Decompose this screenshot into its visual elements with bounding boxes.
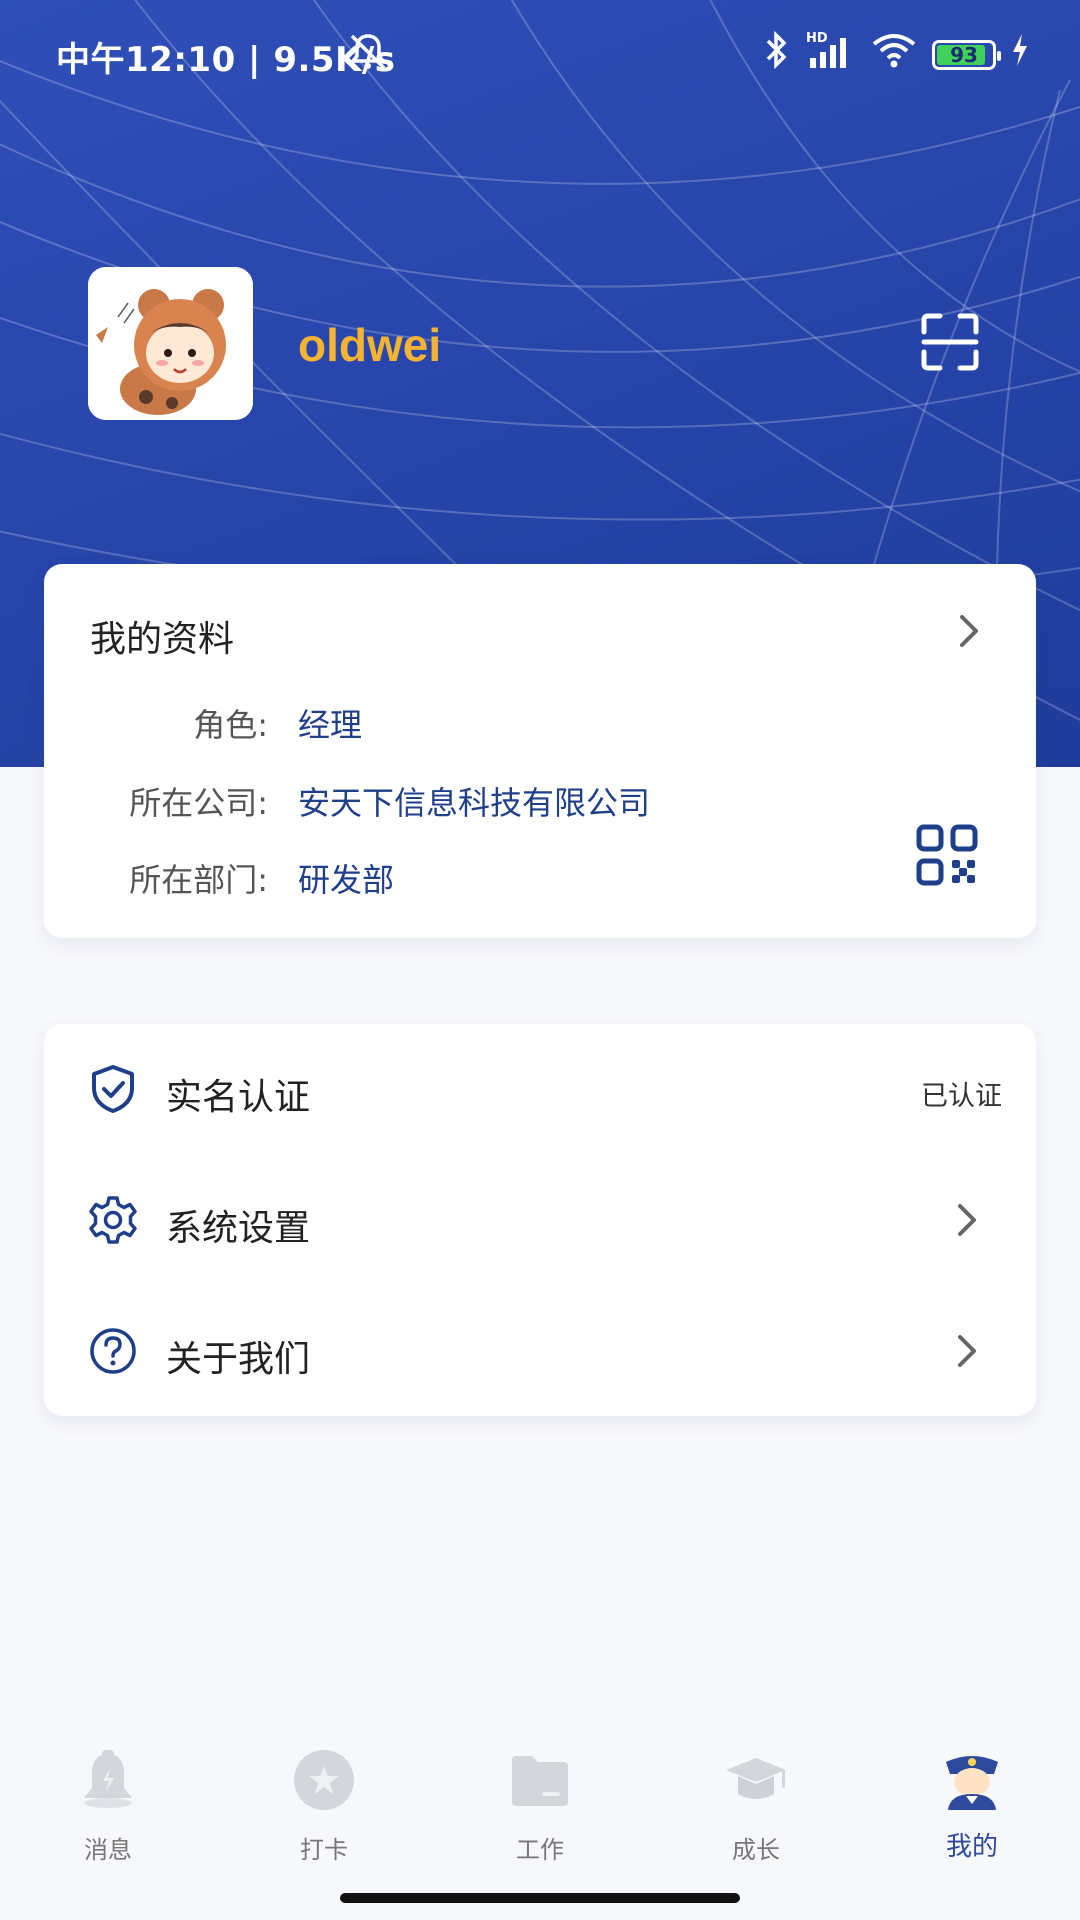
home-indicator[interactable] bbox=[340, 1893, 740, 1903]
status-bar: 中午12:10 | 9.5K/s HD 93 bbox=[0, 0, 1080, 105]
gear-icon bbox=[88, 1195, 138, 1245]
my-profile-title: 我的资料 bbox=[90, 619, 235, 660]
info-label: 所在公司: bbox=[129, 784, 268, 822]
menu-item-real-name-verification[interactable]: 实名认证 已认证 bbox=[44, 1024, 1036, 1154]
username: oldwei bbox=[298, 319, 442, 371]
battery-level: 93 bbox=[950, 42, 978, 67]
tab-check-in[interactable]: 打卡 bbox=[216, 1728, 432, 1888]
chevron-right-icon bbox=[952, 1331, 982, 1371]
avatar[interactable] bbox=[88, 267, 253, 420]
tab-label: 工作 bbox=[516, 1836, 564, 1864]
qrcode-icon bbox=[916, 824, 978, 886]
menu-item-label: 系统设置 bbox=[166, 1208, 311, 1249]
tab-work[interactable]: 工作 bbox=[432, 1728, 648, 1888]
battery-icon: 93 bbox=[932, 39, 1001, 70]
tab-label: 消息 bbox=[84, 1836, 132, 1864]
profile-card: 我的资料 角色: 经理 所在公司: 安天下信息科技有限公司 所在部门: 研发部 bbox=[44, 564, 1036, 938]
menu-item-system-settings[interactable]: 系统设置 bbox=[44, 1155, 1036, 1285]
info-row-department: 所在部门: 研发部 bbox=[44, 855, 1044, 899]
charging-icon bbox=[1010, 32, 1030, 77]
graduation-cap-icon bbox=[724, 1748, 788, 1812]
scan-icon bbox=[921, 313, 979, 371]
svg-text:HD: HD bbox=[806, 31, 828, 46]
mute-icon bbox=[346, 32, 390, 81]
info-row-company: 所在公司: 安天下信息科技有限公司 bbox=[44, 778, 1044, 822]
bluetooth-icon bbox=[764, 30, 790, 79]
scan-button[interactable] bbox=[920, 312, 980, 372]
tab-mine[interactable]: 我的 bbox=[864, 1728, 1080, 1888]
menu-card: 实名认证 已认证 系统设置 关于我们 bbox=[44, 1024, 1036, 1416]
bell-icon bbox=[76, 1748, 140, 1812]
tab-label: 我的 bbox=[945, 1832, 998, 1862]
info-label: 角色: bbox=[193, 706, 268, 744]
star-badge-icon bbox=[292, 1748, 356, 1812]
qrcode-button[interactable] bbox=[916, 824, 978, 886]
profile-chevron-right-icon[interactable] bbox=[954, 611, 984, 651]
shield-check-icon bbox=[88, 1064, 138, 1114]
avatar-image bbox=[88, 267, 253, 420]
tab-label: 打卡 bbox=[300, 1836, 348, 1864]
chevron-right-icon bbox=[952, 1200, 982, 1240]
tab-messages[interactable]: 消息 bbox=[0, 1728, 216, 1888]
info-label: 所在部门: bbox=[129, 861, 268, 899]
info-value: 经理 bbox=[298, 706, 363, 744]
tab-growth[interactable]: 成长 bbox=[648, 1728, 864, 1888]
folder-icon bbox=[508, 1748, 572, 1812]
wifi-icon bbox=[870, 30, 918, 79]
police-avatar-icon bbox=[940, 1748, 1004, 1812]
info-value: 研发部 bbox=[298, 861, 395, 899]
tab-label: 成长 bbox=[732, 1836, 780, 1864]
question-icon bbox=[88, 1326, 138, 1376]
signal-icon: HD bbox=[804, 30, 856, 79]
menu-item-label: 关于我们 bbox=[166, 1339, 311, 1380]
status-time: 中午12:10 | 9.5K/s bbox=[56, 40, 396, 80]
info-value: 安天下信息科技有限公司 bbox=[298, 784, 651, 822]
verification-status: 已认证 bbox=[921, 1081, 1002, 1112]
info-row-role: 角色: 经理 bbox=[44, 700, 1044, 744]
bottom-tab-bar: 消息 打卡 工作 成长 我的 bbox=[0, 1728, 1080, 1920]
menu-item-about-us[interactable]: 关于我们 bbox=[44, 1286, 1036, 1416]
menu-item-label: 实名认证 bbox=[166, 1077, 311, 1118]
